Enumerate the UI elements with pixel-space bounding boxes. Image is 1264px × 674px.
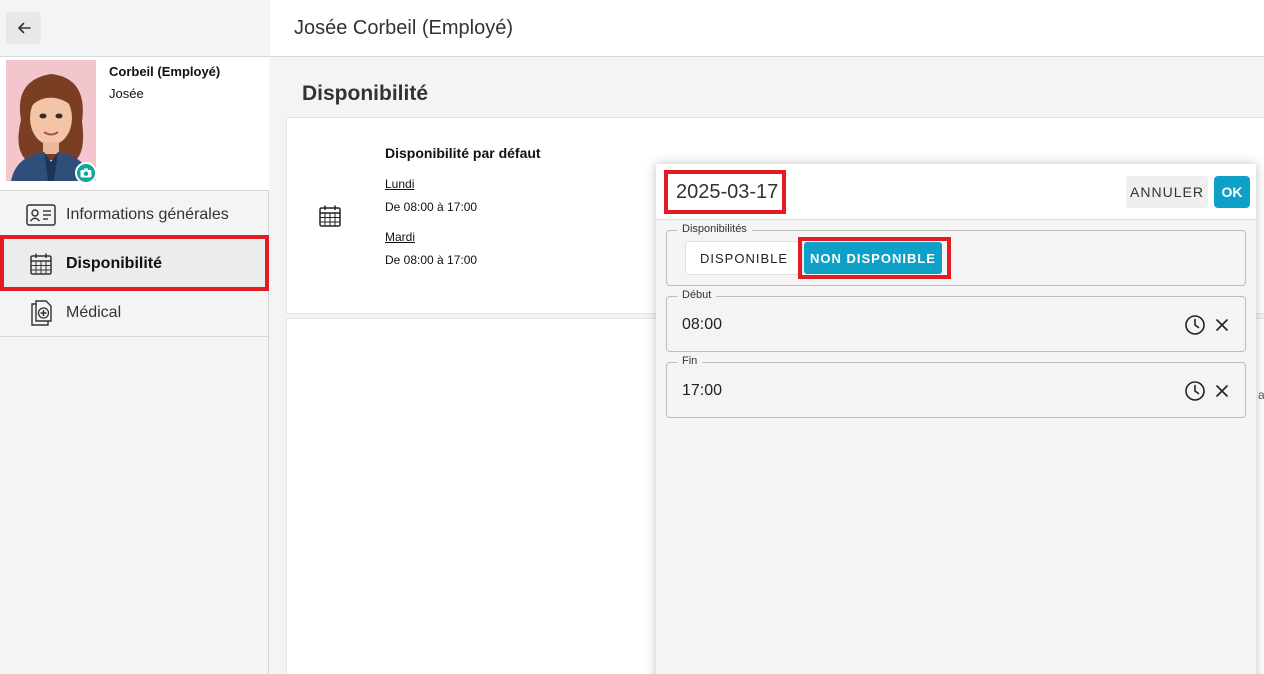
day-hours: De 08:00 à 17:00	[385, 200, 478, 214]
dialog-date: 2025-03-17	[676, 181, 779, 203]
dialog-header: 2025-03-17 ANNULER OK	[656, 164, 1256, 220]
field-legend: Fin	[677, 355, 703, 367]
page-title: Josée Corbeil (Employé)	[294, 17, 513, 39]
sidebar-item-informations-generales[interactable]: Informations générales	[0, 191, 269, 239]
sidebar-item-disponibilite[interactable]: Disponibilité	[0, 240, 269, 288]
clock-icon[interactable]	[1184, 314, 1206, 336]
field-legend: Disponibilités	[677, 223, 752, 235]
day-hours: De 08:00 à 17:00	[385, 253, 478, 267]
medical-file-icon	[26, 300, 56, 326]
start-time-field[interactable]: Début 08:00	[666, 289, 1246, 352]
end-time-value[interactable]: 17:00	[682, 382, 722, 400]
id-card-icon	[26, 203, 56, 227]
end-time-field[interactable]: Fin 17:00	[666, 355, 1246, 418]
back-button[interactable]	[6, 12, 41, 44]
availability-toggle-group: Disponibilités DISPONIBLE NON DISPONIBLE	[666, 223, 1246, 286]
profile-name: Corbeil (Employé)	[109, 64, 221, 79]
available-button[interactable]: DISPONIBLE	[685, 241, 803, 275]
sidebar-top-bar	[0, 0, 269, 57]
field-legend: Début	[677, 289, 717, 301]
section-title: Disponibilité	[302, 82, 428, 105]
calendar-icon	[26, 252, 56, 276]
clipped-text: ai	[1258, 388, 1264, 402]
page-header: Josée Corbeil (Employé)	[270, 0, 1264, 57]
arrow-left-icon	[17, 22, 31, 34]
start-time-value[interactable]: 08:00	[682, 316, 722, 334]
cancel-button[interactable]: ANNULER	[1126, 176, 1208, 208]
day-label: Lundi	[385, 177, 415, 191]
unavailable-button[interactable]: NON DISPONIBLE	[804, 242, 942, 274]
clock-icon[interactable]	[1184, 380, 1206, 402]
sidebar-item-label: Informations générales	[66, 206, 229, 223]
day-label: Mardi	[385, 230, 416, 244]
camera-icon	[80, 168, 92, 178]
profile-first-name: Josée	[109, 86, 144, 101]
profile-card: Corbeil (Employé) Josée	[0, 57, 269, 191]
sidebar-item-medical[interactable]: Médical	[0, 289, 269, 337]
close-icon[interactable]	[1214, 317, 1230, 333]
availability-dialog: 2025-03-17 ANNULER OK Disponibilités DIS…	[656, 164, 1256, 674]
calendar-icon	[319, 205, 341, 227]
sidebar: Corbeil (Employé) Josée Informations gén…	[0, 0, 269, 674]
close-icon[interactable]	[1214, 383, 1230, 399]
camera-button[interactable]	[75, 162, 97, 184]
default-availability-title: Disponibilité par défaut	[385, 145, 541, 161]
sidebar-item-label: Médical	[66, 303, 122, 321]
sidebar-item-label: Disponibilité	[66, 255, 162, 272]
ok-button[interactable]: OK	[1214, 176, 1250, 208]
